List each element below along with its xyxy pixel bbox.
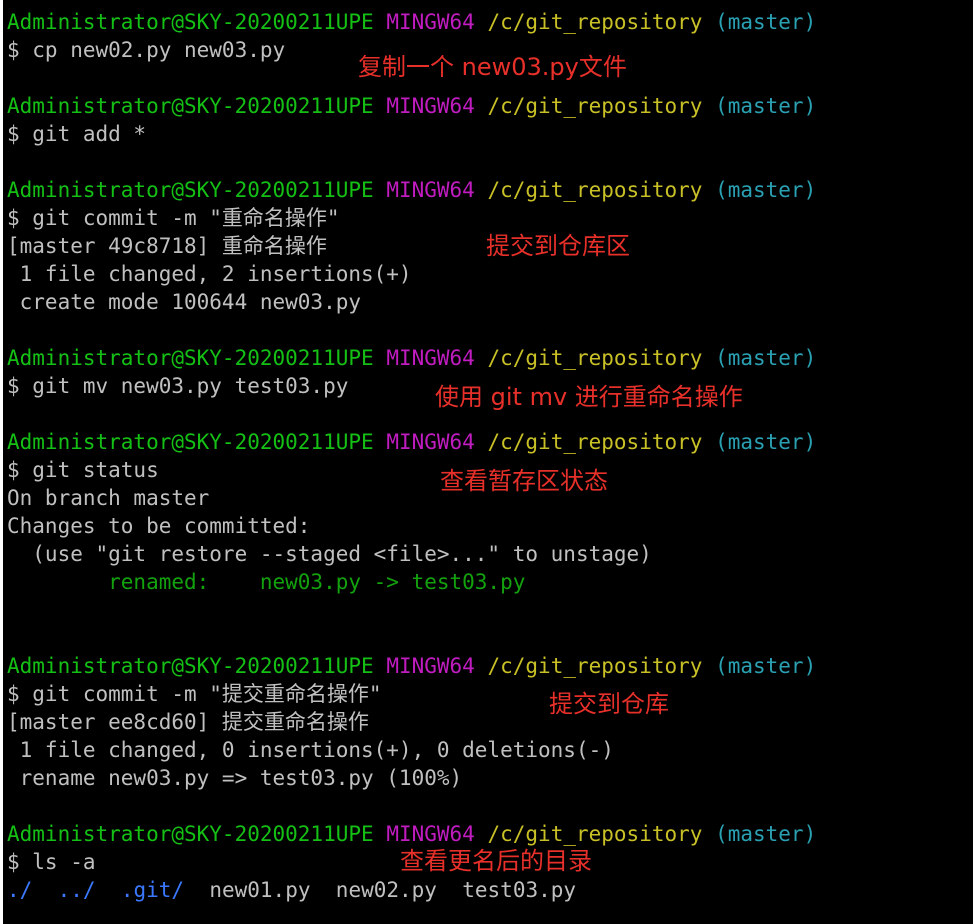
prompt-env: MINGW64 — [386, 430, 475, 454]
prompt-env: MINGW64 — [386, 94, 475, 118]
annotation-git-mv: 使用 git mv 进行重命名操作 — [435, 383, 743, 411]
ls-file: new02.py — [335, 878, 437, 902]
output-line: [master ee8cd60] 提交重命名操作 — [7, 710, 369, 734]
annotation-copy-file: 复制一个 new03.py文件 — [358, 53, 627, 81]
annotation-view-directory: 查看更名后的目录 — [400, 847, 592, 875]
output-line: 1 file changed, 2 insertions(+) — [7, 262, 412, 286]
prompt-path: /c/git_repository — [487, 94, 703, 118]
ls-dir-git: .git/ — [120, 878, 185, 902]
prompt-line: Administrator@SKY-20200211UPE MINGW64 /c… — [7, 652, 816, 680]
prompt-user: Administrator@SKY-20200211UPE — [7, 430, 374, 454]
output-line: 1 file changed, 0 insertions(+), 0 delet… — [7, 738, 614, 762]
command-line: $ ls -a — [7, 850, 96, 874]
command-line: $ cp new02.py new03.py — [7, 38, 286, 62]
prompt-path: /c/git_repository — [487, 10, 703, 34]
output-line: rename new03.py => test03.py (100%) — [7, 766, 463, 790]
prompt-path: /c/git_repository — [487, 178, 703, 202]
prompt-env: MINGW64 — [386, 346, 475, 370]
prompt-line: Administrator@SKY-20200211UPE MINGW64 /c… — [7, 92, 816, 120]
prompt-line: Administrator@SKY-20200211UPE MINGW64 /c… — [7, 820, 816, 848]
output-line: On branch master — [7, 486, 210, 510]
prompt-line: Administrator@SKY-20200211UPE MINGW64 /c… — [7, 428, 816, 456]
terminal-window[interactable]: Administrator@SKY-20200211UPE MINGW64 /c… — [0, 0, 976, 924]
prompt-line: Administrator@SKY-20200211UPE MINGW64 /c… — [7, 8, 816, 36]
prompt-branch: (master) — [715, 94, 817, 118]
prompt-user: Administrator@SKY-20200211UPE — [7, 346, 374, 370]
output-line: Changes to be committed: — [7, 514, 311, 538]
prompt-branch: (master) — [715, 178, 817, 202]
output-line: [master 49c8718] 重命名操作 — [7, 234, 327, 258]
prompt-branch: (master) — [715, 10, 817, 34]
prompt-branch: (master) — [715, 430, 817, 454]
ls-file: new01.py — [209, 878, 311, 902]
prompt-line: Administrator@SKY-20200211UPE MINGW64 /c… — [7, 176, 816, 204]
prompt-user: Administrator@SKY-20200211UPE — [7, 822, 374, 846]
ls-dir-parent: ../ — [57, 878, 96, 902]
prompt-path: /c/git_repository — [487, 430, 703, 454]
prompt-env: MINGW64 — [386, 178, 475, 202]
command-line: $ git commit -m "重命名操作" — [7, 206, 340, 230]
command-line: $ git add * — [7, 122, 147, 146]
prompt-branch: (master) — [715, 654, 817, 678]
output-line: create mode 100644 new03.py — [7, 290, 362, 314]
prompt-env: MINGW64 — [386, 654, 475, 678]
prompt-user: Administrator@SKY-20200211UPE — [7, 94, 374, 118]
prompt-branch: (master) — [715, 822, 817, 846]
ls-output-line: ./ ../ .git/ new01.py new02.py test03.py — [7, 876, 576, 904]
prompt-user: Administrator@SKY-20200211UPE — [7, 178, 374, 202]
annotation-commit-repo-area: 提交到仓库区 — [486, 232, 630, 260]
command-line: $ git commit -m "提交重命名操作" — [7, 682, 382, 706]
prompt-env: MINGW64 — [386, 822, 475, 846]
prompt-user: Administrator@SKY-20200211UPE — [7, 654, 374, 678]
prompt-path: /c/git_repository — [487, 654, 703, 678]
annotation-view-staging: 查看暂存区状态 — [440, 467, 608, 495]
prompt-user: Administrator@SKY-20200211UPE — [7, 10, 374, 34]
ls-dir-current: ./ — [7, 878, 33, 902]
prompt-path: /c/git_repository — [487, 822, 703, 846]
prompt-line: Administrator@SKY-20200211UPE MINGW64 /c… — [7, 344, 816, 372]
output-line: (use "git restore --staged <file>..." to… — [7, 542, 652, 566]
prompt-path: /c/git_repository — [487, 346, 703, 370]
prompt-env: MINGW64 — [386, 10, 475, 34]
renamed-line: renamed: new03.py -> test03.py — [7, 570, 526, 594]
annotation-commit-repo: 提交到仓库 — [549, 690, 669, 718]
command-line: $ git mv new03.py test03.py — [7, 374, 349, 398]
ls-file: test03.py — [462, 878, 577, 902]
prompt-branch: (master) — [715, 346, 817, 370]
command-line: $ git status — [7, 458, 159, 482]
